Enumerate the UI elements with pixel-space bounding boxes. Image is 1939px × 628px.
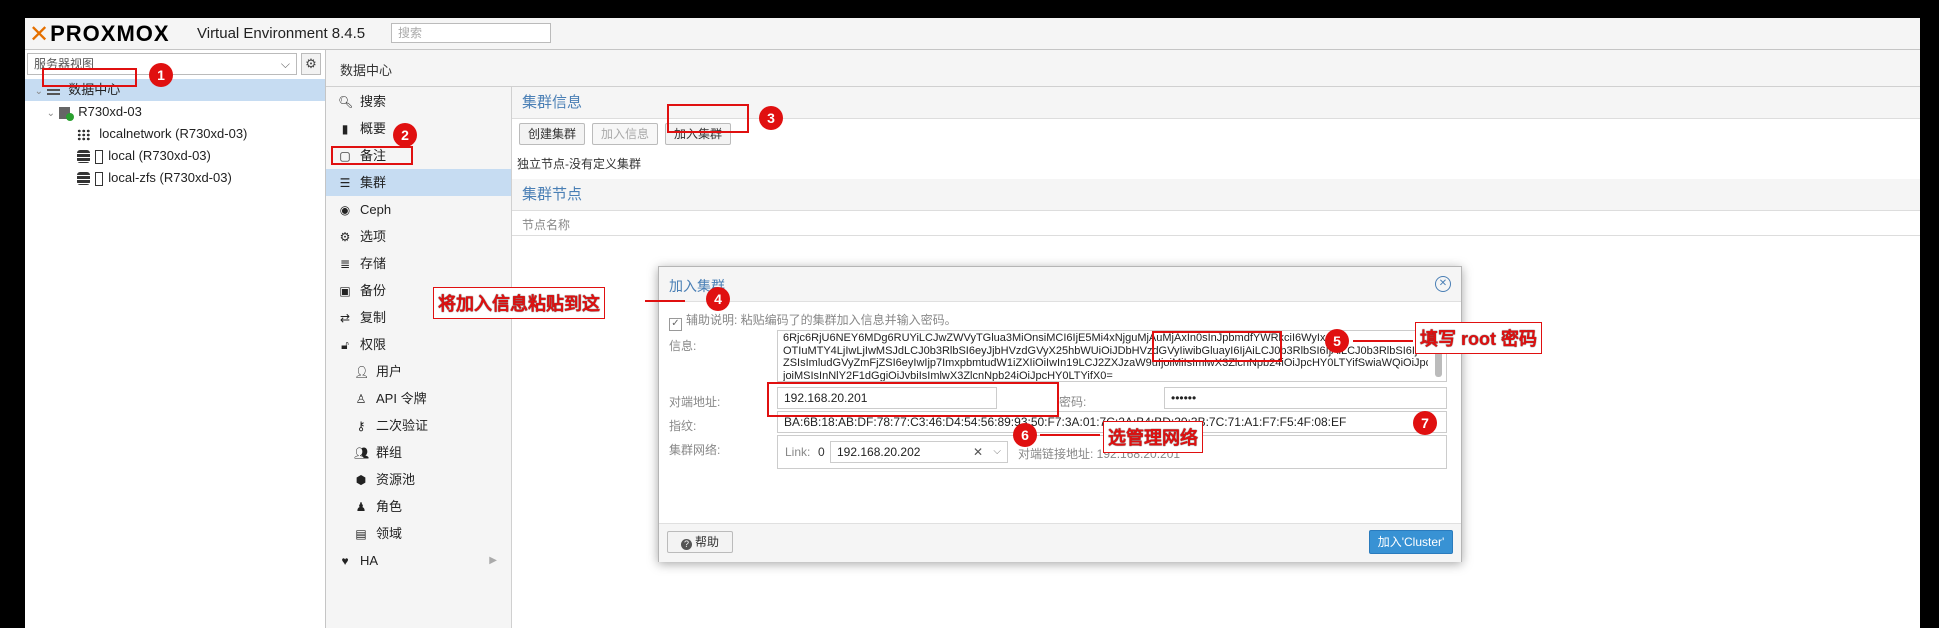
nav-item-api-tokens[interactable]: ♙ API 令牌 [326,385,511,412]
peer-address-label: 对端地址: [669,395,721,409]
tree-item-local-storage[interactable]: local (R730xd-03) [25,145,325,167]
dialog-footer: ? 帮助 加入'Cluster' [659,523,1461,562]
heartbeat-icon: ♥ [341,554,349,568]
tags-icon: ⬢ [355,473,367,487]
cluster-network-label: 集群网络: [669,443,721,457]
network-grid-icon [76,128,91,141]
floppy-icon: ▣ [339,284,351,298]
proxmox-logo: ✕ PROXMOX [29,20,170,48]
user-icon: 👤︎ [354,365,370,379]
annotation-badge-6: 6 [1013,423,1037,447]
password-label: 密码: [1059,395,1087,409]
content-header: 数据中心 [326,50,1920,87]
clear-icon[interactable]: ✕ [973,442,983,462]
breadcrumb: 数据中心 [340,63,393,78]
join-submit-button[interactable]: 加入'Cluster' [1369,530,1453,554]
fingerprint-label: 指纹: [669,419,697,433]
nav-item-search[interactable]: 🔍︎ 搜索 [326,88,511,115]
chevron-down-icon[interactable]: ⌵ [993,442,1001,462]
close-icon[interactable]: ✕ [1435,276,1451,292]
search-input[interactable]: 搜索 [391,23,551,43]
annotation-box-2 [331,146,413,165]
dialog-title-bar: 加入集群 ✕ [659,267,1461,302]
ceph-icon: ◉ [339,203,351,217]
node-online-icon [58,106,74,121]
gear-icon: ⚙ [305,56,317,71]
chevron-right-icon: ▶ [489,555,497,566]
male-icon: ♟ [355,500,367,514]
nav-item-realms[interactable]: ▤ 领域 [326,520,511,547]
annotation-note-paste: 将加入信息粘贴到这 [433,287,605,319]
tree-item-localnetwork[interactable]: localnetwork (R730xd-03) [25,123,325,145]
nav-item-pools[interactable]: ⬢ 资源池 [326,466,511,493]
tree-item-local-zfs[interactable]: local-zfs (R730xd-03) [25,167,325,189]
search-icon: 🔍︎ [338,95,354,109]
address-book-icon: ▤ [355,527,367,541]
annotation-badge-1: 1 [149,63,173,87]
nav-item-options[interactable]: ⚙ 选项 [326,223,511,250]
annotation-line-5 [1353,340,1413,342]
annotation-line-4 [645,300,685,302]
annotation-line-6 [1040,434,1100,436]
nav-item-ceph[interactable]: ◉ Ceph [326,196,511,223]
users-icon: 👥︎ [354,446,370,460]
annotation-note-network: 选管理网络 [1103,421,1203,453]
nav-item-permissions[interactable]: 🔓︎ 权限 [326,331,511,358]
help-button[interactable]: ? 帮助 [667,531,733,553]
annotation-badge-4: 4 [706,287,730,311]
tree-settings-button[interactable]: ⚙ [301,53,321,75]
info-label: 信息: [669,339,697,353]
join-information-button[interactable]: 加入信息 [592,123,658,145]
nav-item-tfa[interactable]: ⚷ 二次验证 [326,412,511,439]
node-name-column[interactable]: 节点名称 [522,216,570,233]
annotation-badge-5: 5 [1325,329,1349,353]
assisted-join-checkbox[interactable]: ✓ 辅助说明: 粘贴编码了的集群加入信息并输入密码。 [669,311,957,331]
retweet-icon: ⇄ [339,311,351,325]
datacenter-nav: 🔍︎ 搜索 ▮ 概要 ▢ 备注 ☰ 集群 ◉ Ceph ⚙ 选项 ≣ 存储 ▣ 备份 ⇄ 复制 🔓… [326,87,512,628]
annotation-box-6 [767,382,1059,417]
unlock-icon: 🔓︎ [341,338,349,352]
book-icon: ▮ [341,122,349,136]
resource-tree-panel: 服务器视图 ⌵ ⚙ ⌄ 数据中心 ⌄ R730xd-03 localnetwork… [25,50,326,628]
standalone-status: 独立节点-没有定义集群 [517,157,641,171]
annotation-note-root: 填写 root 密码 [1415,322,1542,354]
product-version: Virtual Environment 8.4.5 [197,25,366,42]
collapse-icon: ⌄ [46,108,56,119]
annotation-box-3 [667,104,749,133]
nav-item-summary[interactable]: ▮ 概要 [326,115,511,142]
user-outline-icon: ♙ [355,392,367,406]
gear-icon: ⚙ [339,230,351,244]
cluster-icon: ☰ [339,176,351,190]
nav-item-cluster[interactable]: ☰ 集群 [326,169,511,196]
password-input[interactable]: •••••• [1164,387,1447,409]
database-icon: ≣ [339,257,351,271]
create-cluster-button[interactable]: 创建集群 [519,123,585,145]
annotation-badge-3: 3 [759,106,783,130]
storage-icon [76,150,90,164]
link-number: 0 [818,445,825,459]
collapse-icon: ⌄ [34,86,44,97]
annotation-box-1 [42,68,137,87]
checkbox-checked-icon: ✓ [669,318,682,331]
cluster-nodes-header: 集群节点 [512,179,1920,211]
key-icon: ⚷ [356,419,366,433]
annotation-badge-7: 7 [1413,411,1437,435]
nav-item-ha[interactable]: ♥ HA ▶ [326,547,511,574]
storage-icon [76,172,90,186]
chevron-down-icon: ⌵ [280,57,290,71]
nav-item-groups[interactable]: 👥︎ 群组 [326,439,511,466]
annotation-badge-2: 2 [393,123,417,147]
nav-item-roles[interactable]: ♟ 角色 [326,493,511,520]
nav-item-storage[interactable]: ≣ 存储 [326,250,511,277]
question-icon: ? [680,539,692,550]
top-bar: ✕ PROXMOX Virtual Environment 8.4.5 搜索 [25,18,1920,50]
link-address-select[interactable]: 192.168.20.202 ✕ ⌵ [830,441,1008,463]
annotation-box-5 [1152,331,1282,362]
tree-item-node[interactable]: ⌄ R730xd-03 [25,101,325,123]
nodes-table-header: 节点名称 [512,211,1920,236]
proxmox-window: ✕ PROXMOX Virtual Environment 8.4.5 搜索 服务… [25,18,1920,628]
nav-item-users[interactable]: 👤︎ 用户 [326,358,511,385]
link-label: Link: [785,445,811,459]
